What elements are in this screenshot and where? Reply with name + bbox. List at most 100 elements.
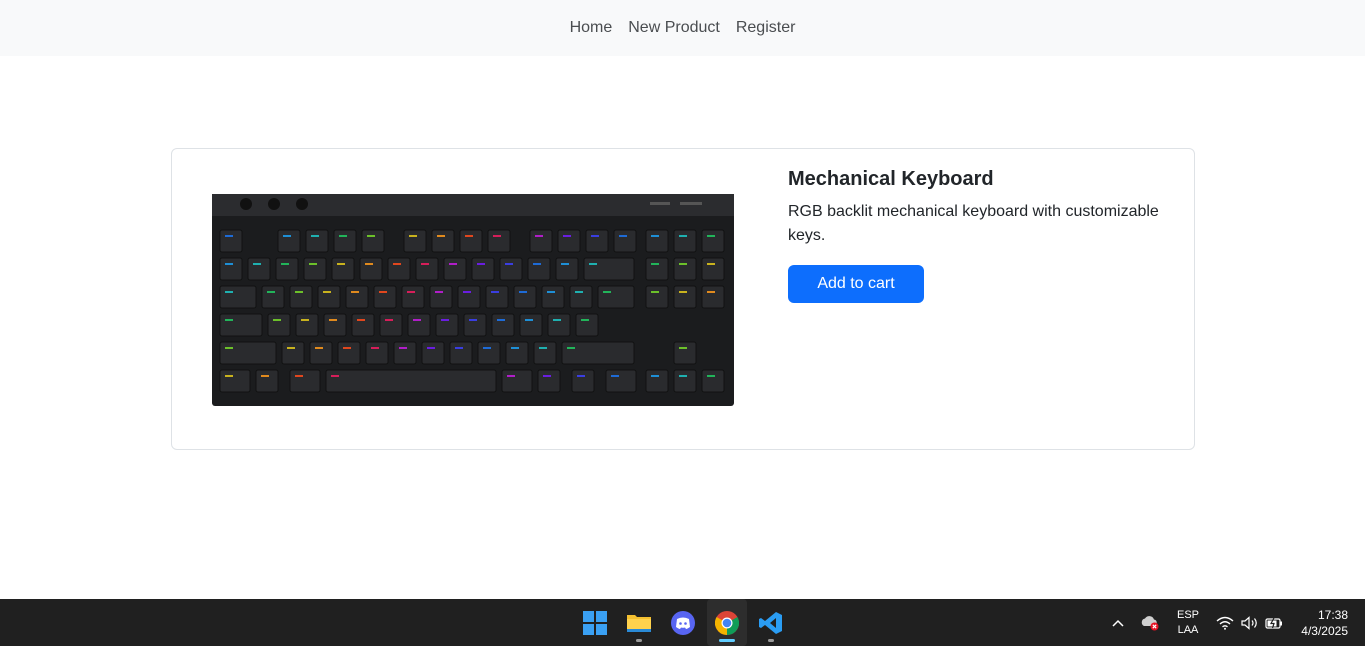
key-legend-glow — [497, 319, 505, 321]
product-card-body: Mechanical Keyboard RGB backlit mechanic… — [788, 167, 1168, 303]
key-legend-glow — [539, 347, 547, 349]
keyboard-key — [477, 341, 501, 365]
keyboard-key — [281, 341, 305, 365]
keyboard-key — [561, 341, 635, 365]
keyboard-key — [537, 369, 561, 393]
key-legend-glow — [651, 263, 659, 265]
keyboard-key — [219, 369, 251, 393]
key-legend-glow — [581, 319, 589, 321]
key-legend-glow — [261, 375, 269, 377]
keyboard-key — [303, 257, 327, 281]
keyboard-key — [449, 341, 473, 365]
nav-link-new-product[interactable]: New Product — [628, 19, 720, 37]
system-clock[interactable]: 17:38 4/3/2025 — [1290, 599, 1348, 646]
keyboard-key — [501, 369, 533, 393]
keyboard-key — [325, 369, 497, 393]
clock-time: 17:38 — [1317, 607, 1348, 622]
vscode-icon[interactable] — [751, 599, 791, 646]
key-legend-glow — [603, 291, 611, 293]
nav-link-register[interactable]: Register — [736, 19, 796, 37]
product-description: RGB backlit mechanical keyboard with cus… — [788, 203, 1159, 244]
key-legend-glow — [679, 375, 687, 377]
key-legend-glow — [323, 291, 331, 293]
keyboard-key — [673, 285, 697, 309]
chrome-icon[interactable] — [707, 599, 747, 646]
key-legend-glow — [449, 263, 457, 265]
key-legend-glow — [679, 291, 687, 293]
keyboard-key — [379, 313, 403, 337]
key-legend-glow — [455, 347, 463, 349]
keyboard-key — [673, 369, 697, 393]
key-legend-glow — [651, 375, 659, 377]
keyboard-key — [529, 229, 553, 253]
keyboard-key — [569, 285, 593, 309]
key-legend-glow — [563, 235, 571, 237]
key-legend-glow — [379, 291, 387, 293]
key-legend-glow — [679, 347, 687, 349]
onedrive-error-icon[interactable] — [1139, 599, 1161, 646]
show-hidden-icons-chevron-icon[interactable] — [1108, 599, 1128, 646]
keyboard-key — [533, 341, 557, 365]
wifi-icon[interactable] — [1214, 599, 1236, 646]
key-legend-glow — [267, 291, 275, 293]
product-image — [212, 194, 734, 406]
keyboard-key — [403, 229, 427, 253]
keyboard-key — [219, 313, 263, 337]
key-legend-glow — [507, 375, 515, 377]
keyboard-key — [463, 313, 487, 337]
key-legend-glow — [295, 291, 303, 293]
key-legend-glow — [225, 319, 233, 321]
volume-icon[interactable] — [1238, 599, 1262, 646]
key-legend-glow — [329, 319, 337, 321]
key-legend-glow — [707, 291, 715, 293]
keyboard-key — [673, 257, 697, 281]
key-legend-glow — [483, 347, 491, 349]
key-legend-glow — [331, 375, 339, 377]
key-legend-glow — [589, 263, 597, 265]
file-explorer-icon[interactable] — [619, 599, 659, 646]
key-legend-glow — [283, 235, 291, 237]
keyboard-key — [459, 229, 483, 253]
product-card: Mechanical Keyboard RGB backlit mechanic… — [171, 148, 1195, 450]
keyboard-key — [673, 341, 697, 365]
language-indicator[interactable]: ESP LAA — [1168, 599, 1208, 646]
key-legend-glow — [371, 347, 379, 349]
add-to-cart-button[interactable]: Add to cart — [788, 265, 924, 303]
key-legend-glow — [525, 319, 533, 321]
key-legend-glow — [477, 263, 485, 265]
keyboard-key — [701, 369, 725, 393]
key-legend-glow — [427, 347, 435, 349]
key-legend-glow — [225, 291, 233, 293]
key-legend-glow — [225, 375, 233, 377]
keyboard-key — [415, 257, 439, 281]
discord-icon[interactable] — [663, 599, 703, 646]
key-legend-glow — [535, 235, 543, 237]
windows-start-icon[interactable] — [575, 599, 615, 646]
keyboard-key — [575, 313, 599, 337]
keyboard-key — [393, 341, 417, 365]
key-legend-glow — [577, 375, 585, 377]
key-legend-glow — [511, 347, 519, 349]
key-legend-glow — [301, 319, 309, 321]
keyboard-key — [645, 369, 669, 393]
key-legend-glow — [491, 291, 499, 293]
battery-charging-icon[interactable] — [1262, 599, 1286, 646]
keyboard-key — [487, 229, 511, 253]
keyboard-key — [673, 229, 697, 253]
keyboard-key — [219, 285, 257, 309]
keyboard-key — [471, 257, 495, 281]
keyboard-key — [505, 341, 529, 365]
keyboard-key — [407, 313, 431, 337]
keyboard-key — [421, 341, 445, 365]
nav-link-home[interactable]: Home — [570, 19, 613, 37]
key-legend-glow — [273, 319, 281, 321]
keyboard-key — [583, 257, 635, 281]
key-legend-glow — [407, 291, 415, 293]
key-legend-glow — [679, 235, 687, 237]
keyboard-key — [513, 285, 537, 309]
key-legend-glow — [351, 291, 359, 293]
keyboard-key — [555, 257, 579, 281]
key-legend-glow — [311, 235, 319, 237]
key-legend-glow — [493, 235, 501, 237]
keyboard-key — [457, 285, 481, 309]
